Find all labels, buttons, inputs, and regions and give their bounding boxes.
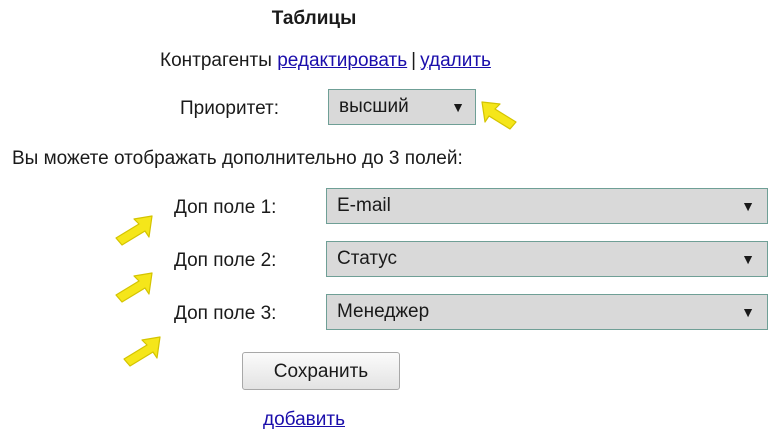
pointer-arrow-icon	[123, 336, 161, 367]
extra-field-3-value: Менеджер	[337, 301, 430, 322]
chevron-down-icon: ▼	[741, 251, 755, 267]
extra-field-2-label: Доп поле 2:	[174, 250, 277, 271]
contractors-row: Контрагенты редактировать | удалить	[160, 50, 491, 72]
add-link[interactable]: добавить	[263, 409, 345, 431]
extra-field-1-label: Доп поле 1:	[174, 197, 277, 218]
priority-select[interactable]: высший ▼	[328, 89, 476, 125]
save-button[interactable]: Сохранить	[242, 352, 400, 390]
delete-contractors-link[interactable]: удалить	[420, 50, 491, 71]
pointer-arrow-icon	[115, 215, 153, 246]
extra-field-1-value: E-mail	[337, 195, 391, 216]
pointer-arrow-icon	[481, 101, 517, 130]
priority-label: Приоритет:	[180, 98, 279, 119]
extra-field-2-select[interactable]: Статус ▼	[326, 241, 768, 277]
section-title: Таблицы	[271, 8, 357, 29]
extra-field-1-select[interactable]: E-mail ▼	[326, 188, 768, 224]
extra-fields-info: Вы можете отображать дополнительно до 3 …	[12, 148, 463, 169]
link-separator: |	[411, 50, 417, 71]
chevron-down-icon: ▼	[741, 304, 755, 320]
contractors-label: Контрагенты	[160, 50, 272, 71]
pointer-arrow-icon	[115, 272, 153, 303]
edit-contractors-link[interactable]: редактировать	[277, 50, 407, 71]
chevron-down-icon: ▼	[451, 99, 465, 115]
priority-select-value: высший	[339, 96, 409, 117]
extra-field-3-select[interactable]: Менеджер ▼	[326, 294, 768, 330]
extra-field-2-value: Статус	[337, 248, 398, 269]
chevron-down-icon: ▼	[741, 198, 755, 214]
extra-field-3-label: Доп поле 3:	[174, 303, 277, 324]
